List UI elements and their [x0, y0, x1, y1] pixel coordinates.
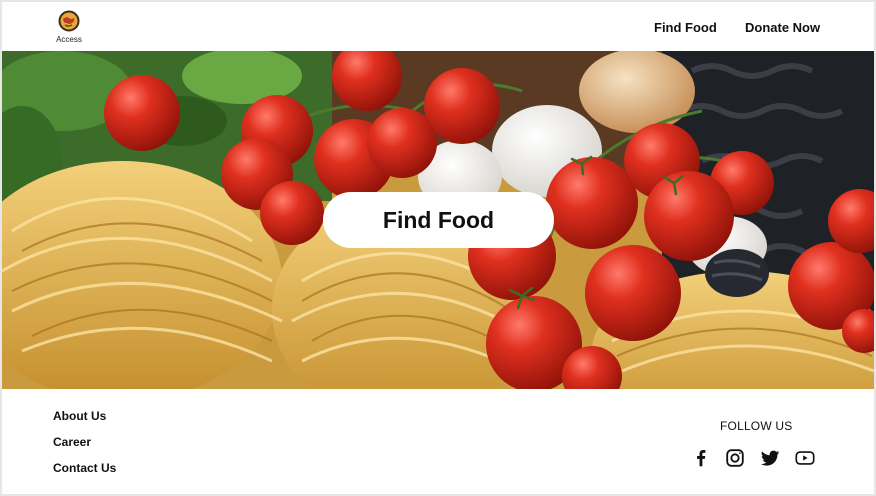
globe-icon [58, 10, 80, 32]
find-food-cta-button[interactable]: Find Food [323, 192, 554, 248]
page: Access Find Food Donate Now Find Food Ab… [2, 2, 874, 494]
follow-us-label: FOLLOW US [720, 419, 793, 433]
site-footer: About Us Career Contact Us FOLLOW US [2, 389, 874, 494]
logo-text: Access [56, 35, 82, 44]
nav-donate-now[interactable]: Donate Now [745, 20, 820, 35]
youtube-icon[interactable] [794, 447, 816, 469]
twitter-icon[interactable] [759, 447, 781, 469]
facebook-icon[interactable] [690, 447, 712, 469]
nav-find-food[interactable]: Find Food [654, 20, 717, 35]
site-logo[interactable]: Access [53, 10, 85, 46]
footer-link-contact-us[interactable]: Contact Us [53, 461, 116, 475]
footer-link-about-us[interactable]: About Us [53, 409, 106, 423]
instagram-icon[interactable] [724, 447, 746, 469]
site-header: Access Find Food Donate Now [2, 2, 874, 51]
hero-banner: Find Food [2, 51, 874, 389]
footer-link-career[interactable]: Career [53, 435, 91, 449]
